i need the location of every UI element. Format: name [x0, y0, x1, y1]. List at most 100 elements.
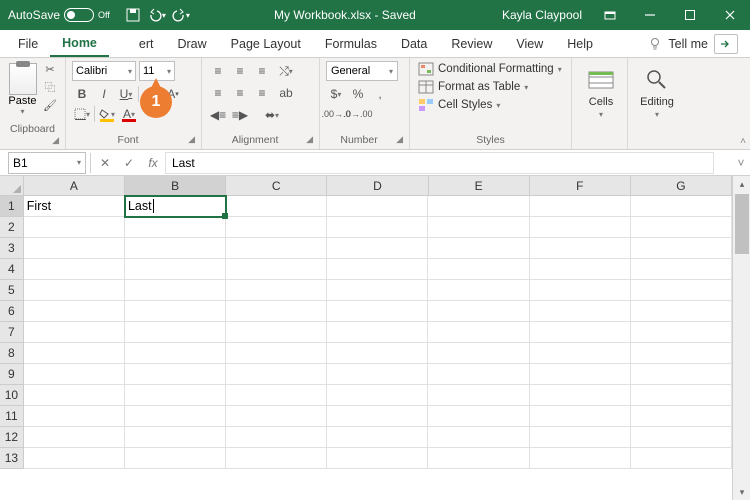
increase-indent-button[interactable]: ≡▶: [230, 105, 250, 125]
column-header[interactable]: F: [530, 176, 631, 196]
autosave-toggle[interactable]: AutoSave Off: [0, 8, 118, 22]
column-header[interactable]: A: [24, 176, 125, 196]
cell[interactable]: [428, 259, 529, 280]
select-all-corner[interactable]: [0, 176, 24, 196]
cell[interactable]: [530, 259, 631, 280]
cell[interactable]: [125, 448, 226, 469]
cell[interactable]: [226, 406, 327, 427]
row-header[interactable]: 2: [0, 217, 24, 238]
dialog-launcher-icon[interactable]: ◢: [306, 134, 313, 145]
cell[interactable]: [24, 322, 125, 343]
confirm-edit-button[interactable]: ✓: [117, 152, 141, 174]
row-header[interactable]: 3: [0, 238, 24, 259]
cell[interactable]: [125, 217, 226, 238]
cell[interactable]: [530, 343, 631, 364]
cell[interactable]: [125, 259, 226, 280]
cell[interactable]: [24, 238, 125, 259]
cell[interactable]: First: [24, 196, 125, 217]
tab-home[interactable]: Home: [50, 30, 109, 57]
name-box[interactable]: B1▾: [8, 152, 86, 174]
cells-button[interactable]: Cells ▾: [578, 61, 624, 119]
comma-format-button[interactable]: ,: [370, 84, 390, 104]
share-button[interactable]: [714, 34, 738, 54]
align-right-button[interactable]: ≡: [252, 83, 272, 103]
cell[interactable]: [24, 280, 125, 301]
cell[interactable]: [631, 259, 732, 280]
cell[interactable]: [428, 280, 529, 301]
cell[interactable]: [226, 385, 327, 406]
close-button[interactable]: [710, 0, 750, 30]
cell[interactable]: [631, 364, 732, 385]
row-header[interactable]: 8: [0, 343, 24, 364]
cell[interactable]: [327, 427, 428, 448]
cell[interactable]: [631, 406, 732, 427]
cell[interactable]: [428, 238, 529, 259]
cell[interactable]: [428, 364, 529, 385]
row-header[interactable]: 6: [0, 301, 24, 322]
cell[interactable]: [327, 301, 428, 322]
cell[interactable]: [125, 238, 226, 259]
cell[interactable]: [24, 385, 125, 406]
row-header[interactable]: 9: [0, 364, 24, 385]
cell[interactable]: [428, 217, 529, 238]
row-header[interactable]: 13: [0, 448, 24, 469]
cell[interactable]: [530, 385, 631, 406]
align-bottom-button[interactable]: ≡: [252, 61, 272, 81]
cell[interactable]: Last: [125, 196, 226, 217]
cell[interactable]: [530, 301, 631, 322]
cell[interactable]: [327, 238, 428, 259]
tab-page-layout[interactable]: Page Layout: [219, 30, 313, 57]
format-painter-button[interactable]: 🖌: [41, 97, 59, 113]
cell[interactable]: [530, 238, 631, 259]
cell[interactable]: [24, 406, 125, 427]
cell[interactable]: [327, 196, 428, 217]
cell[interactable]: [24, 364, 125, 385]
row-header[interactable]: 4: [0, 259, 24, 280]
cell[interactable]: [428, 343, 529, 364]
dialog-launcher-icon[interactable]: ◢: [52, 135, 59, 146]
cell[interactable]: [327, 406, 428, 427]
italic-button[interactable]: I: [94, 84, 114, 104]
align-center-button[interactable]: ≡: [230, 83, 250, 103]
cell[interactable]: [24, 259, 125, 280]
insert-function-button[interactable]: fx: [141, 152, 165, 174]
cell[interactable]: [631, 280, 732, 301]
format-as-table-button[interactable]: Format as Table▾: [416, 79, 565, 95]
cell[interactable]: [125, 280, 226, 301]
conditional-formatting-button[interactable]: Conditional Formatting▾: [416, 61, 565, 77]
tab-view[interactable]: View: [504, 30, 555, 57]
undo-button[interactable]: ▾: [148, 6, 166, 24]
wrap-text-button[interactable]: ab: [276, 83, 296, 103]
tab-data[interactable]: Data: [389, 30, 439, 57]
underline-button[interactable]: U▾: [116, 84, 136, 104]
cell[interactable]: [327, 448, 428, 469]
editing-button[interactable]: Editing ▾: [634, 61, 680, 119]
cell[interactable]: [631, 427, 732, 448]
vertical-scrollbar[interactable]: ▴ ▾: [732, 176, 750, 500]
borders-button[interactable]: ▾: [72, 104, 92, 124]
cell[interactable]: [226, 238, 327, 259]
align-top-button[interactable]: ≡: [208, 61, 228, 81]
cell[interactable]: [530, 406, 631, 427]
cell[interactable]: [428, 427, 529, 448]
copy-button[interactable]: ⿻: [41, 79, 59, 95]
tab-review[interactable]: Review: [439, 30, 504, 57]
cell[interactable]: [125, 343, 226, 364]
ribbon-display-options[interactable]: [590, 0, 630, 30]
cell[interactable]: [631, 238, 732, 259]
scroll-up-icon[interactable]: ▴: [733, 176, 750, 192]
cell[interactable]: [125, 406, 226, 427]
cell[interactable]: [327, 364, 428, 385]
cell[interactable]: [24, 427, 125, 448]
number-format-select[interactable]: General▾: [326, 61, 398, 81]
column-header[interactable]: B: [125, 176, 226, 196]
align-middle-button[interactable]: ≡: [230, 61, 250, 81]
cell[interactable]: [428, 406, 529, 427]
cell[interactable]: [530, 322, 631, 343]
cell[interactable]: [24, 217, 125, 238]
tab-insert[interactable]: ert: [109, 30, 166, 57]
cell[interactable]: [125, 427, 226, 448]
column-header[interactable]: D: [327, 176, 428, 196]
cell[interactable]: [226, 364, 327, 385]
cell[interactable]: [226, 322, 327, 343]
